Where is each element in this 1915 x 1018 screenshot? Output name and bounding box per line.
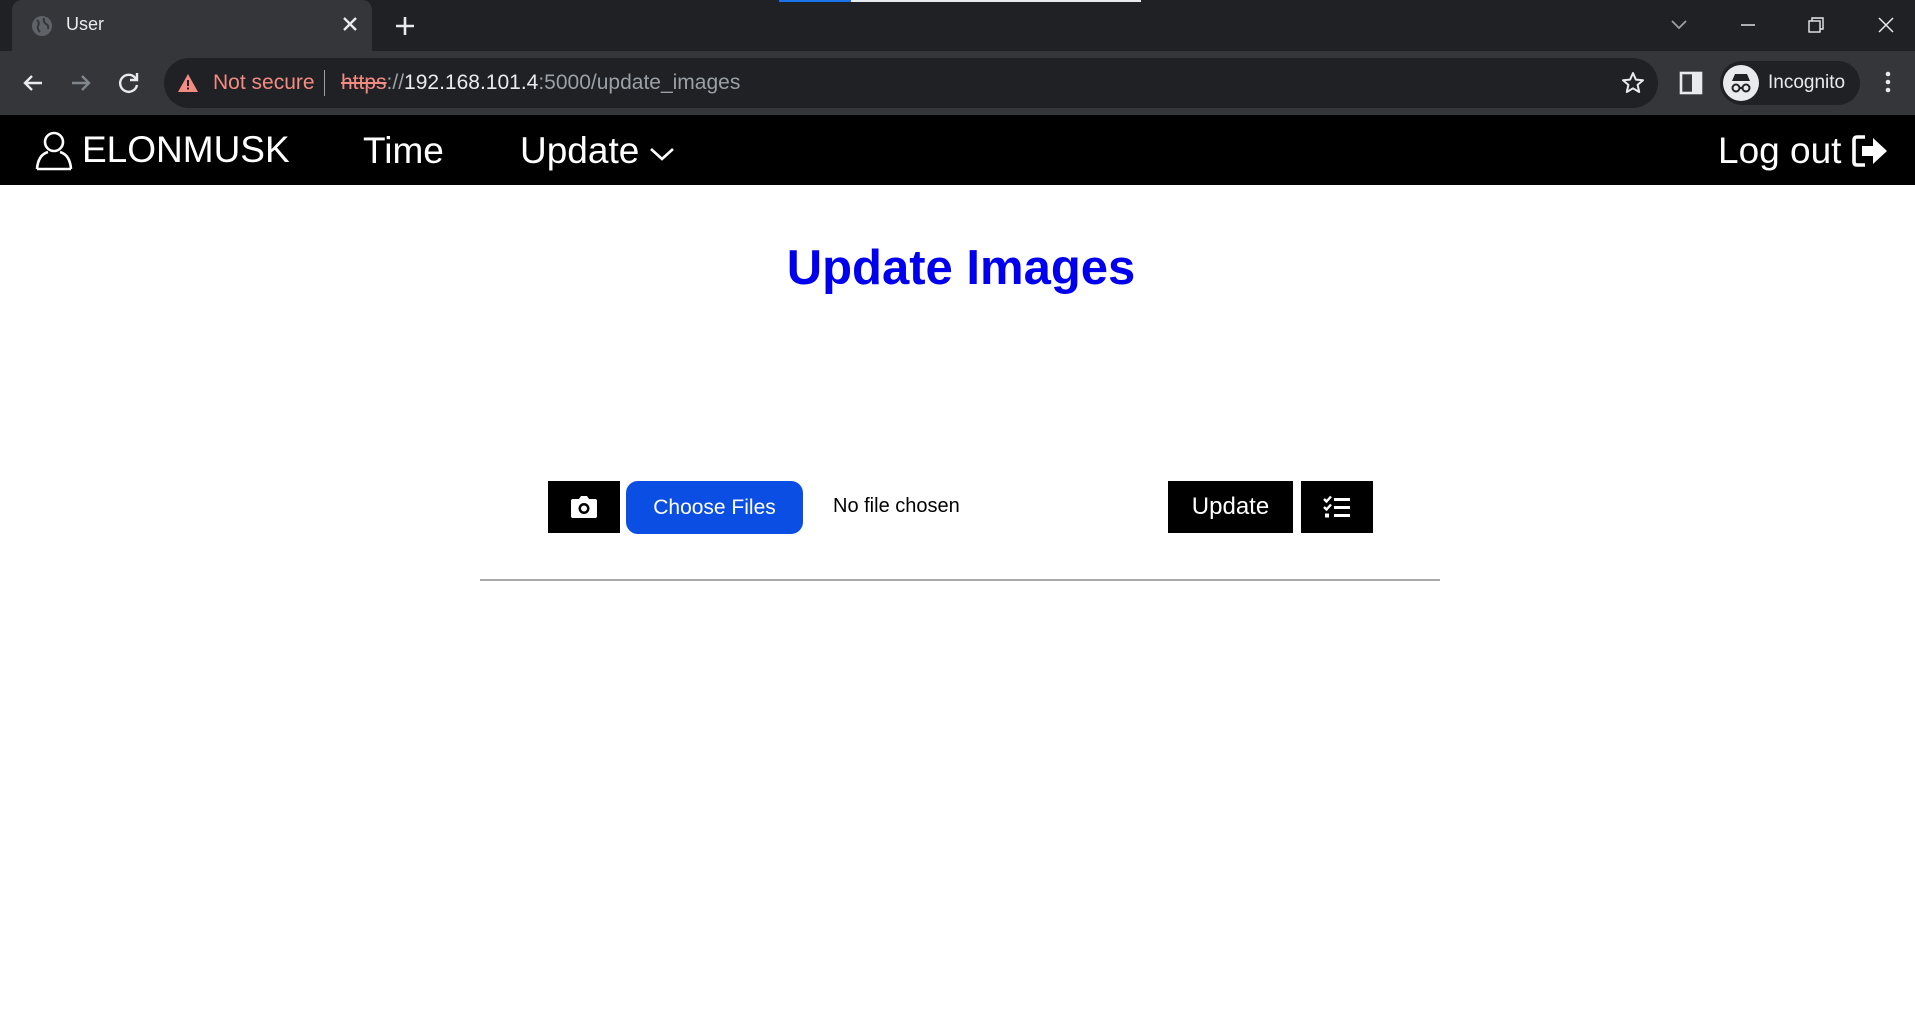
site-navbar: ELONMUSK Time Update Log out: [0, 115, 1915, 185]
loading-indicator-track: [851, 0, 1141, 2]
url-text[interactable]: https://192.168.101.4:5000/update_images: [341, 71, 740, 95]
close-window-icon[interactable]: [1871, 10, 1901, 40]
page-title: Update Images: [786, 241, 1136, 295]
globe-icon: [32, 16, 52, 36]
brand-link[interactable]: ELONMUSK: [34, 126, 290, 174]
bookmark-star-icon[interactable]: [1620, 70, 1646, 96]
more-menu-icon[interactable]: [1876, 67, 1900, 97]
not-secure-label[interactable]: Not secure: [213, 71, 315, 95]
address-bar[interactable]: Not secure https://192.168.101.4:5000/up…: [164, 58, 1658, 108]
nav-update-label: Update: [520, 130, 640, 171]
incognito-label: Incognito: [1768, 72, 1846, 93]
url-scheme: https: [341, 71, 387, 94]
omnibox-divider: [324, 70, 325, 96]
minimize-icon[interactable]: [1733, 10, 1763, 40]
sign-out-icon: [1852, 135, 1888, 167]
browser-tab[interactable]: User: [12, 0, 372, 51]
close-tab-icon[interactable]: [338, 12, 362, 36]
section-divider: [480, 579, 1440, 581]
camera-icon: [571, 496, 597, 518]
url-separator: ://: [386, 71, 405, 94]
list-check-icon: [1323, 495, 1350, 518]
browser-toolbar: Not secure https://192.168.101.4:5000/up…: [0, 51, 1915, 115]
logout-label: Log out: [1718, 130, 1842, 171]
logout-link[interactable]: Log out: [1718, 130, 1889, 172]
brand-name: ELONMUSK: [82, 129, 290, 170]
user-icon: [35, 131, 73, 171]
file-status-text: No file chosen: [833, 495, 960, 517]
reload-icon[interactable]: [114, 68, 144, 98]
chevron-down-icon: [650, 148, 675, 161]
incognito-icon: [1723, 65, 1759, 101]
url-path: :5000/update_images: [538, 71, 741, 94]
forward-arrow-icon[interactable]: [66, 68, 96, 98]
browser-tabstrip: User: [0, 0, 1915, 51]
tab-title: User: [66, 14, 105, 34]
nav-update-dropdown[interactable]: Update: [520, 130, 675, 172]
side-panel-icon[interactable]: [1677, 69, 1705, 97]
update-button[interactable]: Update: [1168, 481, 1293, 533]
choose-files-button[interactable]: Choose Files: [626, 481, 803, 534]
list-button[interactable]: [1301, 481, 1373, 533]
url-host: 192.168.101.4: [404, 71, 539, 94]
nav-time-link[interactable]: Time: [363, 130, 444, 172]
warning-icon: [178, 74, 198, 92]
loading-indicator: [779, 0, 851, 2]
camera-button[interactable]: [548, 481, 620, 533]
tab-search-icon[interactable]: [1664, 10, 1694, 40]
incognito-profile-button[interactable]: Incognito: [1720, 61, 1860, 105]
restore-icon[interactable]: [1801, 10, 1831, 40]
back-arrow-icon[interactable]: [18, 68, 48, 98]
new-tab-icon[interactable]: [391, 12, 419, 40]
